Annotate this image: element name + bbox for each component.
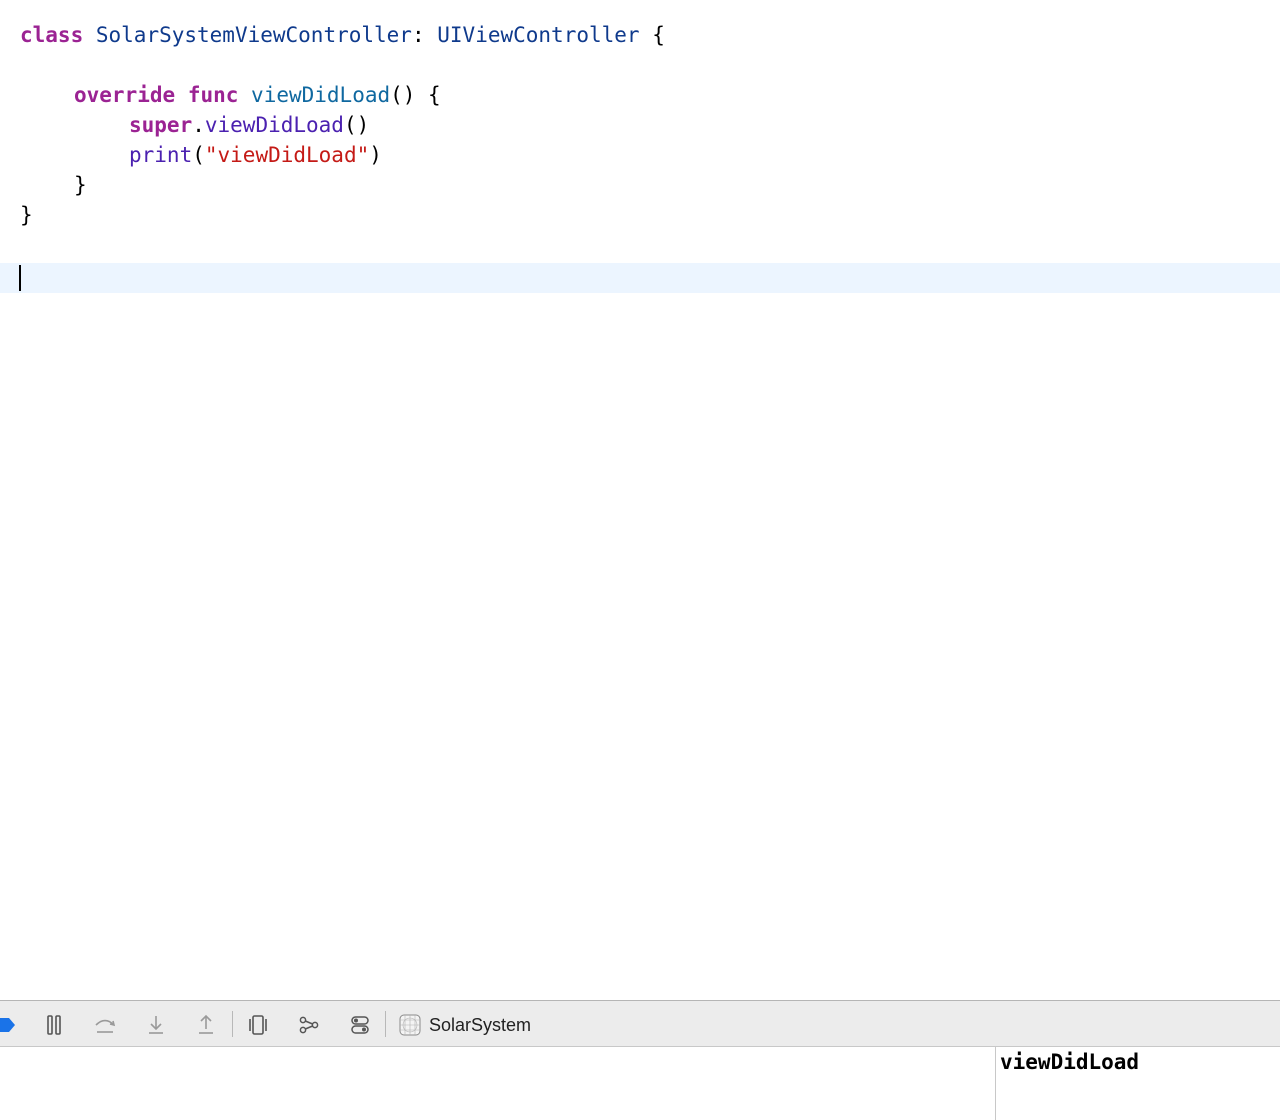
keyword-class: class [20, 23, 84, 47]
scheme-name-label[interactable]: SolarSystem [429, 1013, 531, 1037]
console-output-line: viewDidLoad [1000, 1050, 1140, 1074]
brace-close-class: } [20, 203, 33, 227]
method-call: viewDidLoad [204, 113, 344, 137]
memory-graph-icon [299, 1016, 319, 1034]
function-name: viewDidLoad [251, 83, 391, 107]
memory-graph-button[interactable] [295, 1011, 323, 1039]
variables-view[interactable] [0, 1047, 995, 1120]
class-name: SolarSystemViewController [95, 23, 412, 47]
toggle-switches-icon [351, 1016, 369, 1034]
keyword-super: super [129, 113, 193, 137]
console-view[interactable]: viewDidLoad [996, 1047, 1280, 1120]
step-into-icon [149, 1016, 163, 1034]
call-parens: () [343, 113, 370, 137]
debug-area: viewDidLoad [0, 1047, 1280, 1120]
colon: : [411, 23, 425, 47]
view-hierarchy-icon [249, 1015, 267, 1035]
view-hierarchy-button[interactable] [244, 1011, 272, 1039]
environment-overrides-button[interactable] [346, 1011, 374, 1039]
app-target-icon-button[interactable] [396, 1011, 424, 1039]
step-out-icon [199, 1014, 213, 1034]
toolbar-separator [232, 1011, 233, 1037]
breakpoint-arrow-icon [0, 1018, 15, 1032]
code-line-5[interactable]: print("viewDidLoad") [20, 140, 382, 170]
step-out-button[interactable] [192, 1011, 220, 1039]
parens-brace: () { [390, 83, 441, 107]
debug-bar: SolarSystem [0, 1000, 1280, 1047]
current-line-highlight [0, 263, 1280, 293]
code-line-7[interactable]: } [20, 200, 33, 230]
code-line-1[interactable]: class SolarSystemViewController: UIViewC… [20, 20, 665, 50]
dot: . [192, 113, 205, 137]
superclass-name: UIViewController [437, 23, 640, 47]
brace-open: { [652, 23, 665, 47]
app-grid-icon [399, 1014, 421, 1036]
toolbar-separator [385, 1011, 386, 1037]
print-call: print [129, 143, 193, 167]
paren-close: ) [369, 143, 382, 167]
code-line-4[interactable]: super.viewDidLoad() [20, 110, 369, 140]
brace-close-method: } [74, 173, 87, 197]
text-cursor [19, 265, 21, 291]
keyword-override: override [74, 83, 176, 107]
breakpoints-toggle-button[interactable] [0, 1011, 18, 1039]
code-line-6[interactable]: } [20, 170, 87, 200]
pause-button[interactable] [40, 1011, 68, 1039]
paren-open: ( [192, 143, 205, 167]
pause-icon [47, 1015, 61, 1035]
step-into-button[interactable] [142, 1011, 170, 1039]
step-over-icon [95, 1019, 116, 1033]
step-over-button[interactable] [91, 1011, 119, 1039]
string-literal: "viewDidLoad" [204, 143, 370, 167]
source-editor[interactable]: class SolarSystemViewController: UIViewC… [0, 0, 1280, 1000]
code-line-3[interactable]: override func viewDidLoad() { [20, 80, 441, 110]
keyword-func: func [187, 83, 239, 107]
